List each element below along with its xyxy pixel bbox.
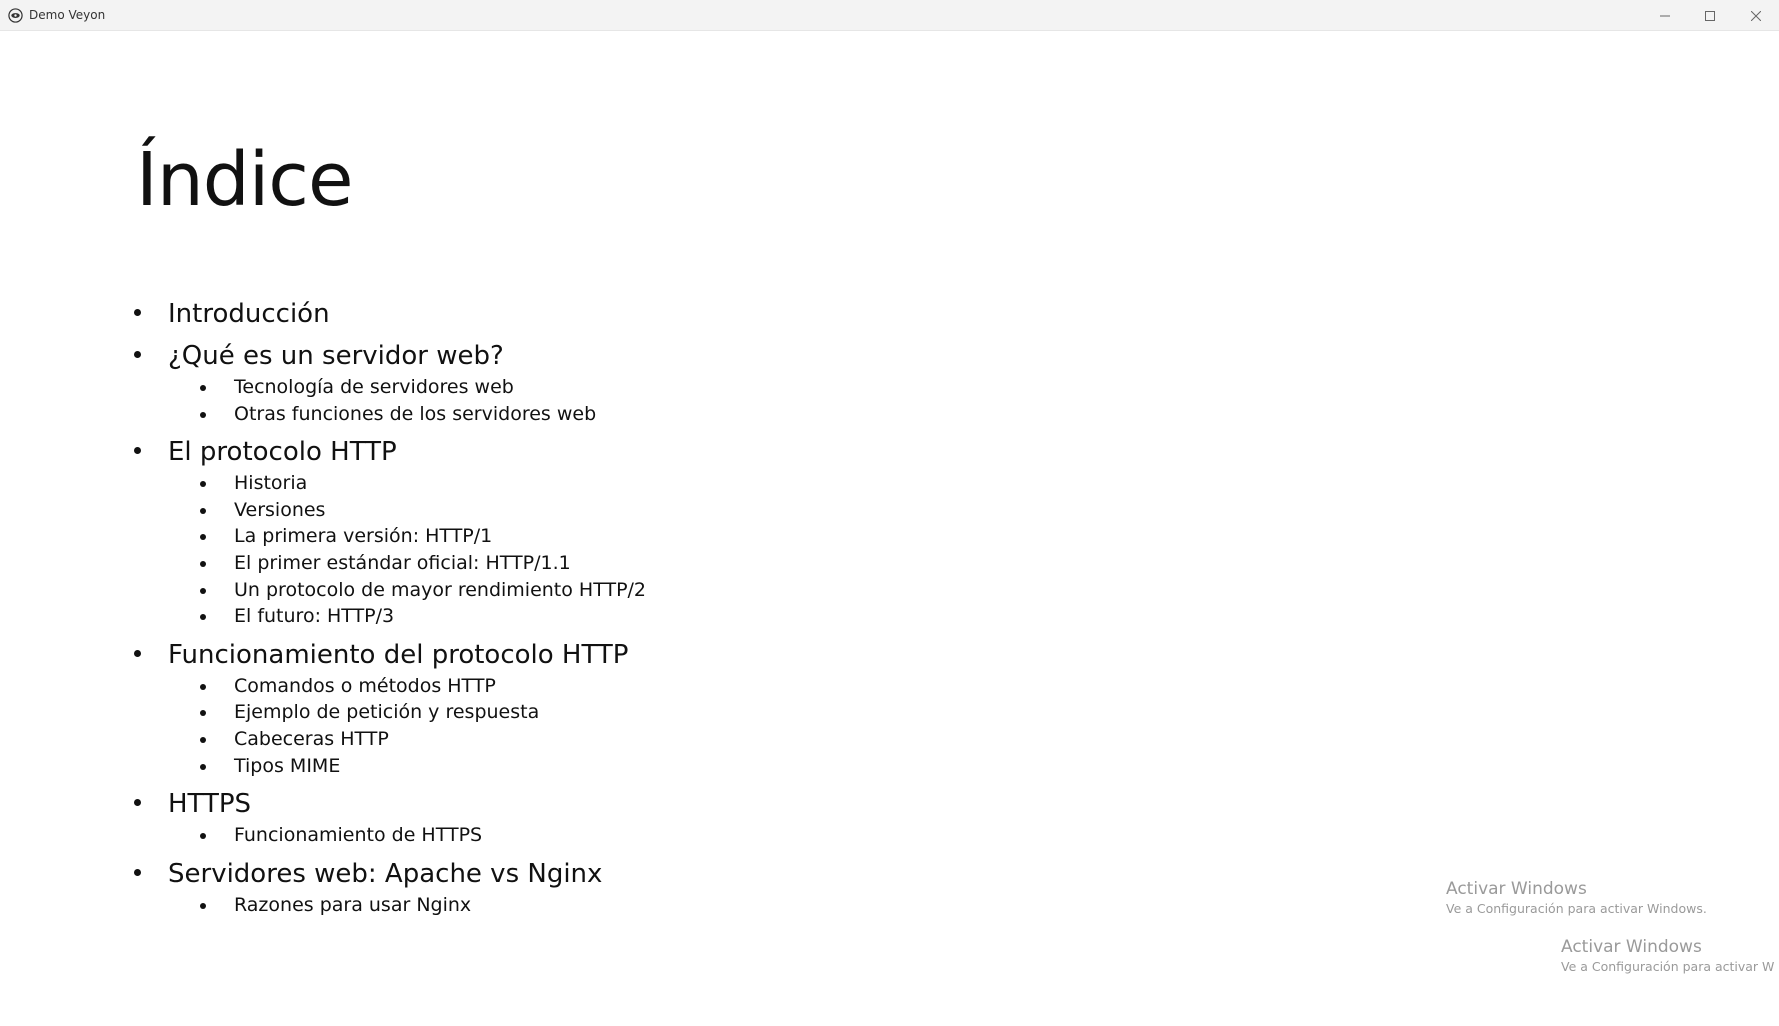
toc-item: Funcionamiento del protocolo HTTP Comand… xyxy=(134,637,646,780)
bullet-icon xyxy=(200,507,206,514)
toc-sublist: Razones para usar Nginx xyxy=(200,893,646,920)
toc-subitem-label: Funcionamiento de HTTPS xyxy=(234,824,483,847)
toc-sublist: Comandos o métodos HTTP Ejemplo de petic… xyxy=(200,674,646,780)
toc-subitem-label: Cabeceras HTTP xyxy=(234,727,389,750)
watermark-title: Activar Windows xyxy=(1561,937,1702,957)
bullet-icon xyxy=(200,736,206,743)
title-bar: Demo Veyon xyxy=(0,0,1779,31)
toc-subitem-label: Razones para usar Nginx xyxy=(234,893,472,916)
toc-subitem-label: La primera versión: HTTP/1 xyxy=(234,525,493,548)
toc-subitem-label: Otras funciones de los servidores web xyxy=(234,402,597,425)
activation-watermark: Activar Windows Ve a Configuración para … xyxy=(1446,878,1707,918)
veyon-app-icon xyxy=(8,8,23,23)
toc-subitem: Tipos MIME xyxy=(200,754,646,781)
bullet-icon xyxy=(134,351,141,358)
toc-subitem: Historia xyxy=(200,471,646,498)
toc-subitem: El futuro: HTTP/3 xyxy=(200,604,646,631)
watermark-subtitle: Ve a Configuración para activar Windows. xyxy=(1446,901,1707,916)
bullet-icon xyxy=(134,868,141,876)
bullet-icon xyxy=(200,411,206,418)
toc-subitem: Funcionamiento de HTTPS xyxy=(200,823,646,850)
toc-subitem-label: Comandos o métodos HTTP xyxy=(234,674,496,697)
bullet-icon xyxy=(200,534,206,541)
bullet-icon xyxy=(200,560,206,567)
toc-item-label: Servidores web: Apache vs Nginx xyxy=(168,858,603,889)
toc-subitem: Cabeceras HTTP xyxy=(200,727,646,754)
toc-item-label: Introducción xyxy=(168,299,330,329)
bullet-icon xyxy=(200,683,206,690)
activation-watermark: Activar Windows Ve a Configuración para … xyxy=(1561,936,1774,976)
toc-subitem: Ejemplo de petición y respuesta xyxy=(200,700,646,727)
toc-subitem: Comandos o métodos HTTP xyxy=(200,674,646,701)
bullet-icon xyxy=(200,902,206,909)
toc-item: El protocolo HTTP Historia Versiones La … xyxy=(134,434,646,631)
bullet-icon xyxy=(200,763,206,770)
bullet-icon xyxy=(134,649,141,657)
toc-item: HTTPS Funcionamiento de HTTPS xyxy=(134,786,646,850)
toc-item-label: ¿Qué es un servidor web? xyxy=(168,341,504,371)
watermark-subtitle: Ve a Configuración para activar W xyxy=(1561,959,1775,974)
bullet-icon xyxy=(134,447,141,455)
toc-subitem-label: Versiones xyxy=(234,498,326,521)
maximize-icon xyxy=(1705,10,1715,21)
toc-subitem: Otras funciones de los servidores web xyxy=(200,402,646,429)
toc-subitem-label: Tipos MIME xyxy=(234,754,341,777)
slide-title: Índice xyxy=(136,137,353,223)
toc-subitem: Versiones xyxy=(200,498,646,525)
bullet-icon xyxy=(200,614,206,621)
toc-subitem: Un protocolo de mayor rendimiento HTTP/2 xyxy=(200,578,646,605)
minimize-icon xyxy=(1660,15,1670,16)
toc-subitem-label: El futuro: HTTP/3 xyxy=(234,605,395,628)
toc-subitem: Razones para usar Nginx xyxy=(200,893,646,920)
toc-item-label: El protocolo HTTP xyxy=(168,437,397,468)
bullet-icon xyxy=(200,481,206,488)
toc-sublist: Funcionamiento de HTTPS xyxy=(200,823,646,850)
close-button[interactable] xyxy=(1733,0,1779,31)
toc-subitem: La primera versión: HTTP/1 xyxy=(200,524,646,551)
toc-subitem-label: Ejemplo de petición y respuesta xyxy=(234,701,540,724)
toc-item-label: Funcionamiento del protocolo HTTP xyxy=(168,639,629,670)
bullet-icon xyxy=(200,587,206,594)
toc-subitem: El primer estándar oficial: HTTP/1.1 xyxy=(200,551,646,578)
window-title: Demo Veyon xyxy=(29,8,106,22)
minimize-button[interactable] xyxy=(1642,0,1688,31)
bullet-icon xyxy=(200,833,206,840)
slide-canvas: Índice Introducción ¿Qué es un servidor … xyxy=(0,31,1779,1026)
toc-sublist: Tecnología de servidores web Otras funci… xyxy=(200,375,646,428)
toc-item: ¿Qué es un servidor web? Tecnología de s… xyxy=(134,338,646,428)
bullet-icon xyxy=(200,385,206,391)
bullet-icon xyxy=(200,710,206,717)
close-icon xyxy=(1751,10,1761,21)
toc-subitem-label: Un protocolo de mayor rendimiento HTTP/2 xyxy=(234,578,647,601)
toc-item: Introducción xyxy=(134,296,646,332)
toc-sublist: Historia Versiones La primera versión: H… xyxy=(200,471,646,631)
table-of-contents: Introducción ¿Qué es un servidor web? Te… xyxy=(134,296,646,925)
toc-item: Servidores web: Apache vs Nginx Razones … xyxy=(134,856,646,920)
bullet-icon xyxy=(134,309,141,316)
bullet-icon xyxy=(134,799,141,807)
toc-item-label: HTTPS xyxy=(168,789,252,820)
toc-subitem-label: Historia xyxy=(234,472,308,495)
toc-subitem-label: El primer estándar oficial: HTTP/1.1 xyxy=(234,551,571,574)
maximize-button[interactable] xyxy=(1687,0,1733,31)
watermark-title: Activar Windows xyxy=(1446,879,1587,899)
toc-subitem: Tecnología de servidores web xyxy=(200,375,646,402)
toc-subitem-label: Tecnología de servidores web xyxy=(234,376,514,398)
